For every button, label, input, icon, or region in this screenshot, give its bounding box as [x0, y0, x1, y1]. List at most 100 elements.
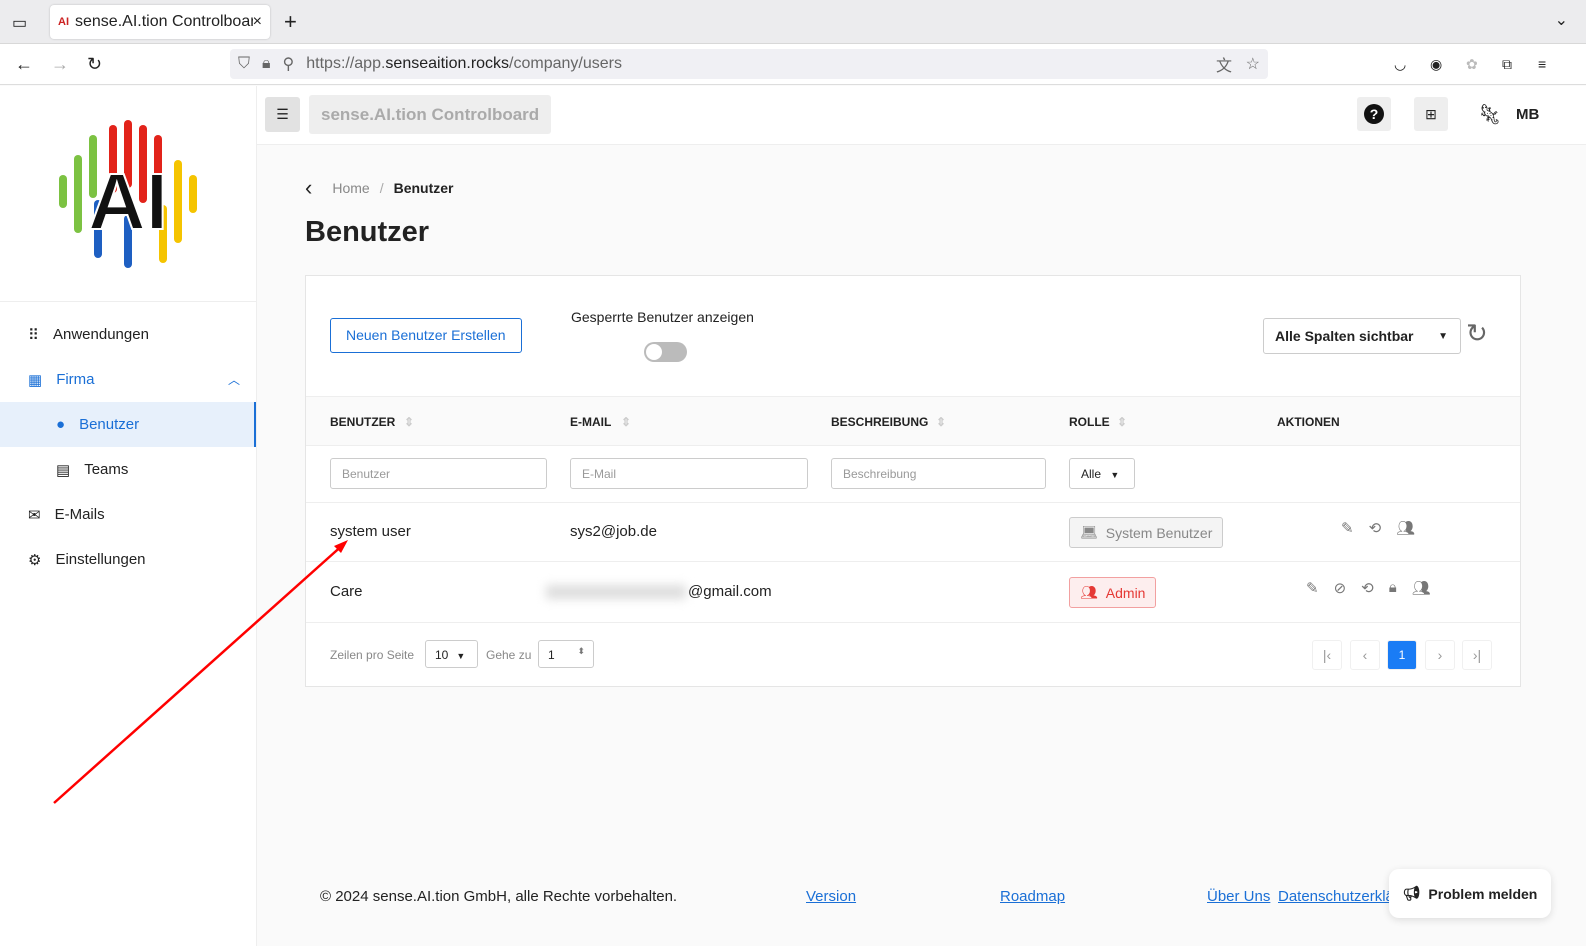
teams-icon[interactable]: 👥︎	[1396, 519, 1415, 537]
create-user-button[interactable]: Neuen Benutzer Erstellen	[330, 318, 522, 353]
sort-icon[interactable]: ⇕	[621, 415, 631, 429]
user-filter-input[interactable]: Benutzer	[330, 458, 547, 489]
stepper-icon[interactable]: ⬍	[577, 646, 585, 657]
favicon-icon: AI	[58, 15, 69, 28]
permissions-icon: ⚲	[282, 56, 295, 73]
sidebar-item-emails[interactable]: ✉ E-Mails	[0, 492, 256, 537]
mail-icon: ✉	[28, 506, 41, 524]
sort-icon[interactable]: ⇕	[936, 415, 946, 429]
column-header-email[interactable]: E-MAIL	[570, 415, 611, 429]
refresh-icon[interactable]: ↻	[1466, 318, 1488, 349]
browser-tab[interactable]: AI sense.AI.tion Controlboard ×	[50, 4, 270, 39]
close-tab-icon[interactable]: ×	[253, 13, 262, 31]
edit-icon[interactable]: ✎	[1341, 519, 1354, 537]
table-row[interactable]: Care @gmail.com 👥︎ Admin ✎ ⊘ ⟲ 🔒︎ 👥︎	[306, 563, 1520, 623]
laptop-icon: 💻︎	[1080, 524, 1098, 540]
block-icon[interactable]: ⊘	[1334, 579, 1347, 597]
ai-logo-icon: AI	[59, 119, 197, 268]
role-filter-select[interactable]: Alle ▼	[1069, 458, 1135, 489]
page-button-current[interactable]: 1	[1387, 640, 1417, 670]
role-label: Admin	[1105, 584, 1146, 601]
goto-page-value: 1	[548, 648, 555, 662]
sidebar-item-anwendungen[interactable]: ⠿ Anwendungen	[0, 312, 256, 357]
role-badge-admin: 👥︎ Admin	[1069, 577, 1157, 608]
lock-icon[interactable]: 🔒︎	[1389, 579, 1397, 597]
breadcrumb-current: Benutzer	[393, 180, 454, 196]
history-icon[interactable]: ⟲	[1369, 519, 1382, 537]
sidebar-item-firma[interactable]: ▦ Firma ︿	[0, 357, 256, 402]
translate-icon[interactable]: 文	[1216, 52, 1232, 76]
rows-per-page-value: 10	[435, 648, 449, 662]
dropdown-arrow-icon: ▼	[1110, 470, 1120, 480]
help-button[interactable]: ?	[1357, 97, 1391, 131]
next-page-button[interactable]: ›	[1425, 640, 1455, 670]
version-link[interactable]: Version	[806, 888, 856, 905]
history-icon[interactable]: ⟲	[1361, 579, 1374, 597]
table-row[interactable]: system user sys2@job.de 💻︎ System Benutze…	[306, 502, 1520, 562]
user-initials[interactable]: MB	[1516, 106, 1539, 123]
sidebar-item-einstellungen[interactable]: ⚙ Einstellungen	[0, 537, 256, 582]
chevron-up-icon: ︿	[227, 373, 240, 387]
reload-icon[interactable]: ↻	[87, 54, 102, 75]
url-text: https://app.senseaition.rocks/company/us…	[306, 55, 622, 73]
sidebar-toggle-button[interactable]: ☰	[265, 97, 300, 132]
account-icon[interactable]: ◉	[1430, 56, 1442, 73]
role-filter-value: Alle	[1081, 467, 1102, 481]
table-header: BENUTZER ⇕ E-MAIL ⇕ BESCHREIBUNG ⇕ ROLLE ⇕ A…	[306, 396, 1520, 446]
back-chevron-icon[interactable]: ‹	[305, 175, 312, 201]
url-prefix: https://app.	[306, 55, 386, 72]
tab-list-chevron-icon[interactable]: ⌄	[1555, 10, 1568, 30]
toggle-knob	[646, 344, 662, 360]
breadcrumb: ‹ Home / Benutzer	[305, 175, 453, 201]
pocket-icon[interactable]: ◡	[1394, 56, 1406, 73]
url-domain: senseaition.rocks	[385, 55, 510, 72]
edit-icon[interactable]: ✎	[1306, 579, 1319, 597]
url-bar[interactable]: ⛉ 🔒︎ ⚲ https://app.senseaition.rocks/com…	[230, 49, 1268, 79]
avatar[interactable]: 🦎︎	[1477, 102, 1502, 127]
sidebar-item-label: Firma	[56, 371, 95, 388]
column-header-rolle[interactable]: ROLLE	[1069, 415, 1110, 429]
add-image-button[interactable]: ⊞	[1414, 97, 1448, 131]
rows-per-page-select[interactable]: 10 ▼	[425, 640, 478, 668]
menu-icon[interactable]: ≡	[1538, 56, 1546, 72]
locked-users-label: Gesperrte Benutzer anzeigen	[571, 309, 754, 325]
email-filter-input[interactable]: E-Mail	[570, 458, 808, 489]
locked-users-toggle[interactable]	[644, 342, 687, 362]
cell-email: @gmail.com	[688, 583, 772, 600]
teams-icon[interactable]: 👥︎	[1412, 579, 1431, 597]
sidebar-item-benutzer[interactable]: ● Benutzer	[0, 402, 256, 447]
shield-icon: ⛉	[238, 55, 251, 72]
last-page-button[interactable]: ›|	[1462, 640, 1492, 670]
extensions-puzzle-icon[interactable]: ⧉	[1502, 56, 1512, 73]
description-filter-input[interactable]: Beschreibung	[831, 458, 1046, 489]
column-header-beschreibung[interactable]: BESCHREIBUNG	[831, 415, 928, 429]
column-header-benutzer[interactable]: BENUTZER	[330, 415, 395, 429]
person-icon: ●	[56, 416, 66, 433]
extension-icon[interactable]: ✿	[1466, 56, 1478, 73]
breadcrumb-home[interactable]: Home	[332, 180, 369, 196]
help-icon: ?	[1364, 104, 1384, 124]
apps-icon: ⠿	[28, 326, 39, 344]
forward-icon[interactable]: →	[51, 54, 69, 75]
new-tab-icon[interactable]: +	[284, 9, 297, 35]
prev-page-button[interactable]: ‹	[1350, 640, 1380, 670]
columns-select[interactable]: Alle Spalten sichtbar ▼	[1263, 318, 1461, 354]
lock-icon: 🔒︎	[262, 55, 271, 72]
sort-icon[interactable]: ⇕	[404, 415, 414, 429]
bookmark-star-icon[interactable]: ☆	[1246, 54, 1260, 74]
sidebar-item-label: Teams	[84, 461, 129, 478]
page-title: Benutzer	[305, 216, 430, 248]
browser-navbar: ← → ↻ ⛉ 🔒︎ ⚲ https://app.senseaition.roc…	[0, 44, 1586, 85]
users-card: Neuen Benutzer Erstellen Gesperrte Benut…	[305, 275, 1521, 687]
first-page-button[interactable]: |‹	[1312, 640, 1342, 670]
report-problem-button[interactable]: 📢︎ Problem melden	[1389, 869, 1551, 918]
back-icon[interactable]: ←	[15, 54, 33, 75]
roadmap-link[interactable]: Roadmap	[1000, 888, 1065, 905]
sidebar: AI ⠿ Anwendungen ▦ Firma ︿ ● Benutzer ▤ Teams…	[0, 86, 257, 946]
sort-icon[interactable]: ⇕	[1117, 415, 1127, 429]
about-link[interactable]: Über Uns	[1207, 888, 1270, 905]
tab-overview-icon[interactable]: ▭	[12, 13, 27, 33]
app-header: ☰ sense.AI.tion Controlboard ? ⊞ 🦎︎ MB	[257, 86, 1586, 145]
goto-page-input[interactable]: 1 ⬍	[538, 640, 594, 668]
sidebar-item-teams[interactable]: ▤ Teams	[0, 447, 256, 492]
